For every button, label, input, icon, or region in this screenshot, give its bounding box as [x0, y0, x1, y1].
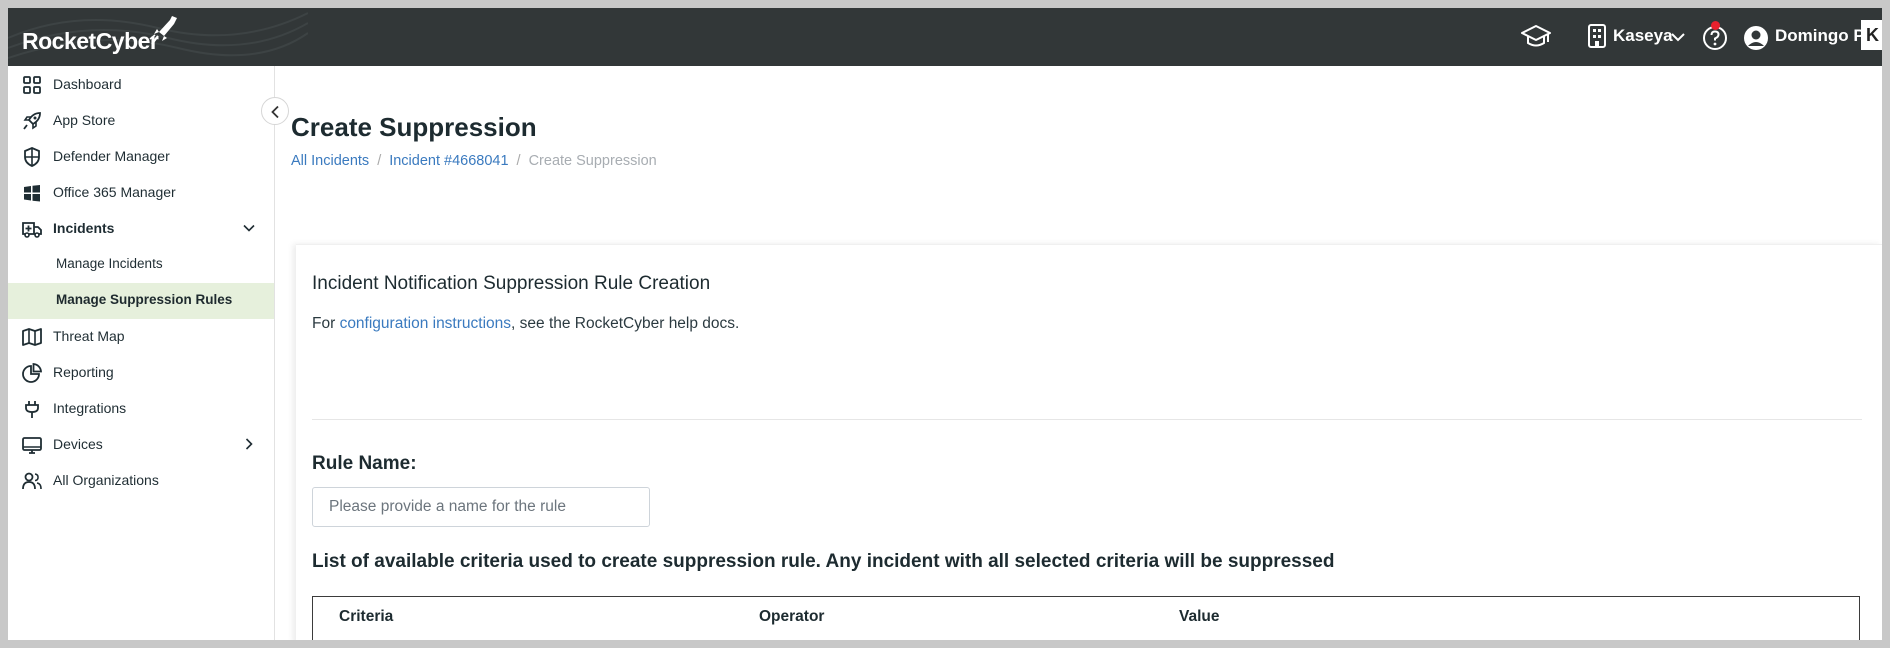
card-description: For configuration instructions, see the … [312, 315, 739, 333]
notification-badge [1711, 21, 1720, 30]
sidebar-item-manage-suppression-rules[interactable]: Manage Suppression Rules [8, 283, 274, 319]
rocket-logo-icon [149, 16, 177, 45]
column-header-value: Value [1179, 608, 1220, 625]
sidebar-item-label: All Organizations [53, 472, 159, 488]
sidebar-item-label: Incidents [53, 220, 115, 236]
sidebar-item-dashboard[interactable]: Dashboard [8, 67, 274, 103]
sidebar-item-label: Reporting [53, 364, 114, 380]
sidebar: Dashboard App Store Defender Manager Off… [8, 66, 275, 640]
sidebar-item-devices[interactable]: Devices [8, 427, 274, 463]
app-window: RocketCyber Kaseya Domingo P. K Dashboar… [8, 8, 1882, 640]
sidebar-item-label: Defender Manager [53, 148, 170, 164]
grid-icon [23, 76, 41, 94]
sidebar-item-all-organizations[interactable]: All Organizations [8, 463, 274, 499]
sidebar-item-manage-incidents[interactable]: Manage Incidents [8, 247, 274, 283]
building-icon[interactable] [1587, 24, 1607, 48]
breadcrumb-separator: / [516, 153, 521, 169]
windows-icon [24, 185, 40, 202]
card-title: Incident Notification Suppression Rule C… [312, 273, 711, 294]
sidebar-collapse-button[interactable] [261, 97, 289, 125]
sidebar-item-defender-manager[interactable]: Defender Manager [8, 139, 274, 175]
kaseya-badge[interactable]: K [1861, 20, 1882, 50]
page-title: Create Suppression [291, 112, 537, 142]
sidebar-item-label: Devices [53, 436, 103, 452]
sidebar-item-threat-map[interactable]: Threat Map [8, 319, 274, 355]
graduation-cap-icon[interactable] [1520, 24, 1552, 50]
criteria-heading: List of available criteria used to creat… [312, 551, 1335, 572]
sidebar-item-incidents[interactable]: Incidents [8, 211, 274, 247]
breadcrumb-all-incidents[interactable]: All Incidents [291, 153, 369, 169]
plug-icon [25, 401, 39, 418]
brand-logo[interactable]: RocketCyber [8, 8, 308, 66]
divider [312, 419, 1862, 420]
sidebar-item-reporting[interactable]: Reporting [8, 355, 274, 391]
chevron-right-icon [245, 438, 253, 450]
ambulance-icon [22, 222, 42, 238]
column-header-criteria: Criteria [339, 608, 394, 625]
breadcrumb-incident[interactable]: Incident #4668041 [389, 153, 508, 169]
criteria-table: Criteria Operator Value [312, 596, 1860, 640]
shield-icon [24, 147, 40, 167]
column-header-operator: Operator [759, 608, 825, 625]
sidebar-item-label: App Store [53, 112, 116, 128]
users-icon [22, 472, 42, 490]
rule-name-input[interactable] [312, 487, 650, 527]
breadcrumb-separator: / [377, 153, 382, 169]
sidebar-item-label: Threat Map [53, 328, 125, 344]
sidebar-item-label: Manage Incidents [56, 256, 163, 271]
breadcrumb-current: Create Suppression [528, 153, 657, 169]
brand-name: RocketCyber [22, 28, 159, 54]
desc-suffix: , see the RocketCyber help docs. [511, 315, 740, 332]
monitor-icon [22, 437, 42, 454]
map-icon [22, 328, 42, 346]
rocket-icon [23, 112, 41, 130]
sidebar-item-label: Office 365 Manager [53, 184, 176, 200]
sidebar-item-label: Dashboard [53, 76, 122, 92]
sidebar-item-integrations[interactable]: Integrations [8, 391, 274, 427]
sidebar-item-label: Manage Suppression Rules [56, 292, 233, 307]
chevron-left-icon [271, 105, 279, 119]
sidebar-item-app-store[interactable]: App Store [8, 103, 274, 139]
pie-chart-icon [22, 363, 42, 383]
org-switcher[interactable]: Kaseya [1613, 26, 1673, 46]
desc-prefix: For [312, 315, 340, 332]
user-circle-icon[interactable] [1743, 25, 1769, 51]
chevron-down-icon[interactable] [1671, 32, 1685, 42]
top-bar: RocketCyber Kaseya Domingo P. K [8, 8, 1882, 66]
rule-name-label: Rule Name: [312, 453, 417, 474]
sidebar-item-office-365-manager[interactable]: Office 365 Manager [8, 175, 274, 211]
configuration-instructions-link[interactable]: configuration instructions [340, 315, 511, 332]
breadcrumb: All Incidents / Incident #4668041 / Create S… [291, 153, 657, 169]
sidebar-item-label: Integrations [53, 400, 127, 416]
user-menu[interactable]: Domingo P. [1775, 26, 1867, 46]
suppression-rule-card: Incident Notification Suppression Rule C… [296, 244, 1882, 640]
chevron-down-icon [243, 224, 255, 232]
